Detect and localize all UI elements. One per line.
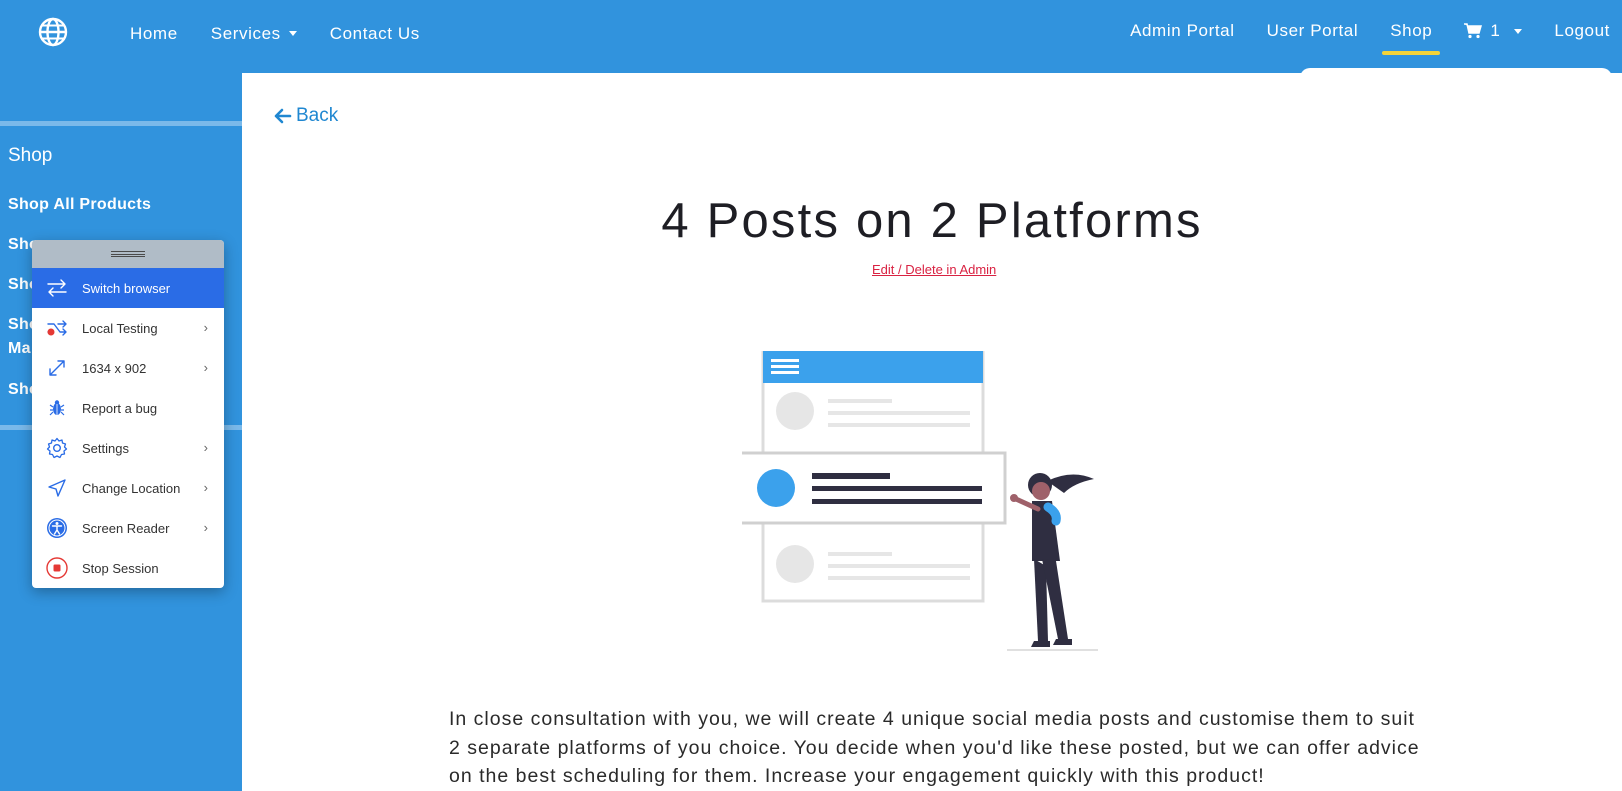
settings-item[interactable]: Settings › [32, 428, 224, 468]
product-title: 4 Posts on 2 Platforms [661, 194, 1203, 248]
product-page: Back 4 Posts on 2 Platforms Edit / Delet… [242, 73, 1622, 791]
menu-item-label: Report a bug [82, 400, 158, 416]
bug-icon [32, 388, 82, 428]
menu-item-label: Settings [82, 440, 129, 456]
chevron-right-icon: › [203, 360, 208, 375]
location-arrow-icon [32, 468, 82, 508]
edit-delete-admin-link[interactable]: Edit / Delete in Admin [872, 262, 996, 277]
grip-icon [111, 251, 145, 257]
stop-session-item[interactable]: Stop Session [32, 548, 224, 588]
chevron-right-icon: › [203, 440, 208, 455]
menu-item-label: Change Location [82, 480, 181, 496]
top-navbar: Home Services Contact Us Admin Portal Us… [0, 0, 1622, 73]
cart-count: 1 [1490, 21, 1501, 40]
caret-down-icon [1514, 28, 1523, 34]
screen-reader-item[interactable]: Screen Reader › [32, 508, 224, 548]
switch-arrows-icon [32, 268, 82, 308]
gear-icon [32, 428, 82, 468]
nav-logout[interactable]: Logout [1554, 21, 1610, 41]
local-testing-item[interactable]: Local Testing › [32, 308, 224, 348]
sidebar-item-shop-all[interactable]: Shop All Products [8, 193, 151, 217]
chevron-right-icon: › [203, 480, 208, 495]
arrow-left-icon [274, 108, 292, 124]
nav-admin-portal[interactable]: Admin Portal [1130, 21, 1235, 41]
chevron-right-icon: › [203, 520, 208, 535]
session-context-menu: Switch browser Local Testing › 1634 x 90… [32, 240, 224, 588]
menu-drag-handle[interactable] [32, 240, 224, 268]
local-testing-icon [32, 308, 82, 348]
globe-icon[interactable] [38, 17, 68, 47]
stop-icon [32, 548, 82, 588]
menu-item-label: Local Testing [82, 320, 158, 336]
nav-services-label: Services [210, 24, 281, 43]
nav-shop[interactable]: Shop [1382, 21, 1441, 55]
nav-contact-us[interactable]: Contact Us [330, 24, 420, 44]
product-description: In close consultation with you, we will … [449, 708, 1420, 787]
menu-item-label: Screen Reader [82, 520, 170, 536]
nav-user-portal[interactable]: User Portal [1267, 21, 1359, 41]
nav-services-dropdown[interactable]: Services [211, 24, 297, 44]
resolution-item[interactable]: 1634 x 902 › [32, 348, 224, 388]
back-link[interactable]: Back [274, 105, 338, 127]
sidebar-title: Shop [8, 145, 53, 166]
report-bug-item[interactable]: Report a bug [32, 388, 224, 428]
menu-item-label: 1634 x 902 [82, 360, 147, 376]
cart-dropdown[interactable]: 1 [1464, 21, 1523, 41]
accessibility-icon [32, 508, 82, 548]
shopping-cart-icon [1464, 23, 1483, 39]
chevron-right-icon: › [203, 320, 208, 335]
caret-down-icon [288, 31, 297, 36]
switch-browser-item[interactable]: Switch browser [32, 268, 224, 308]
back-label: Back [296, 105, 339, 126]
menu-item-label: Switch browser [82, 280, 171, 296]
nav-home[interactable]: Home [130, 24, 178, 44]
resize-icon [32, 348, 82, 388]
change-location-item[interactable]: Change Location › [32, 468, 224, 508]
menu-item-label: Stop Session [82, 560, 159, 576]
sidebar-divider [0, 121, 242, 126]
social-posts-illustration [742, 351, 1098, 651]
sidebar-item-continued[interactable]: Ma [8, 337, 31, 361]
